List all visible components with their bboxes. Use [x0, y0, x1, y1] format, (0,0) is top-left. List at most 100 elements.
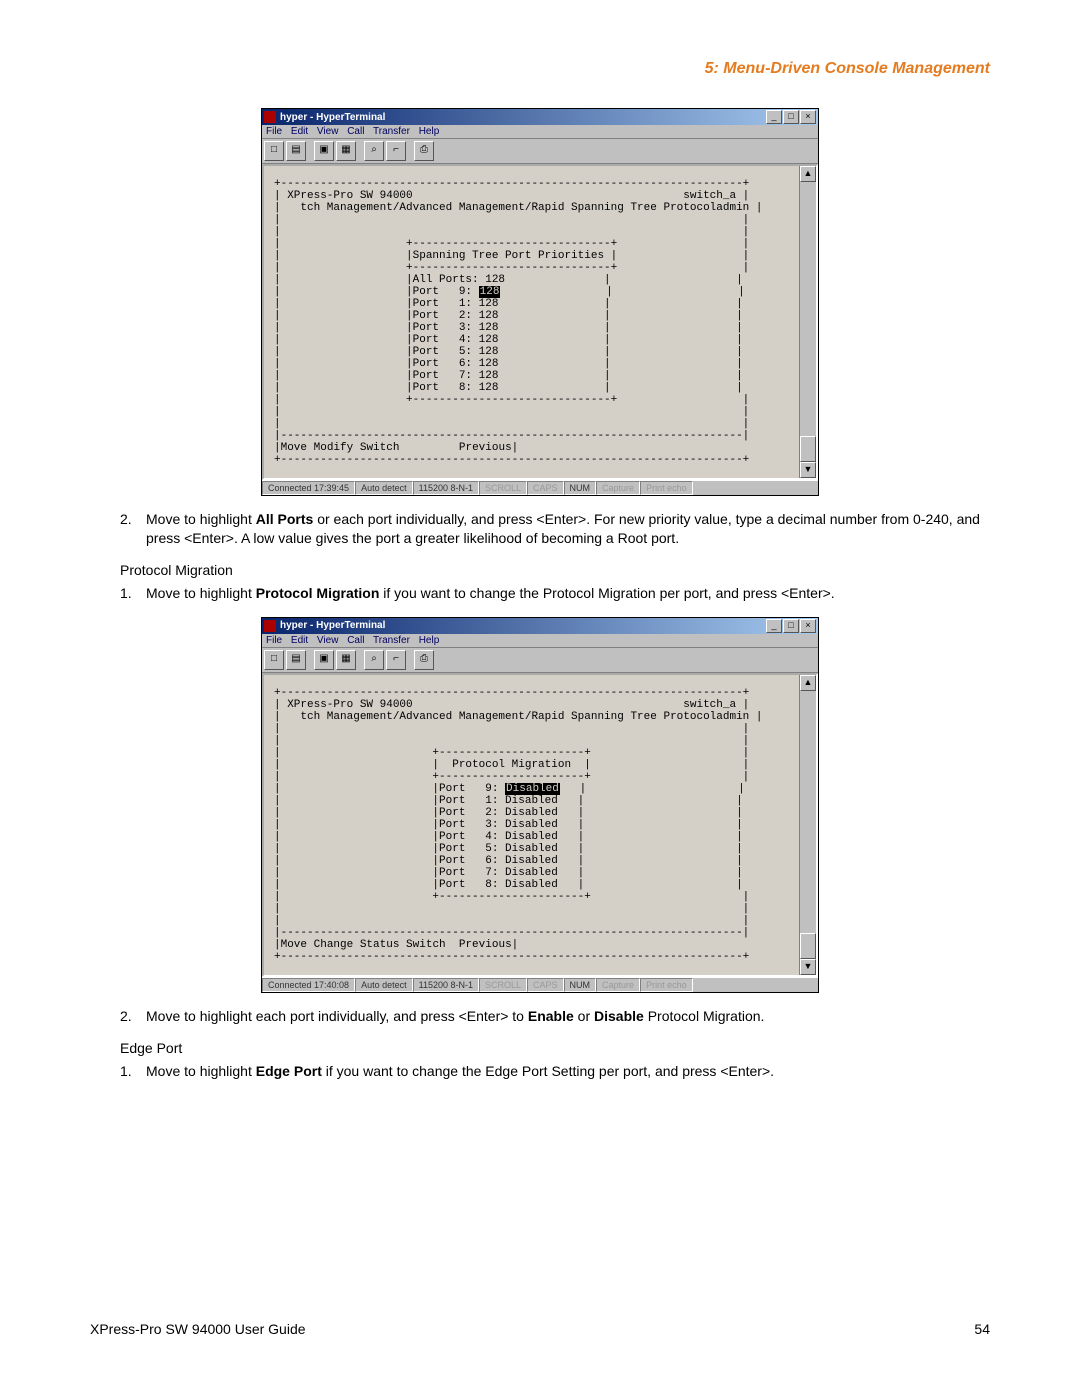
toolbar-btn[interactable]: ▤ — [286, 650, 306, 670]
instruction-list: 2. Move to highlight each port individua… — [90, 1007, 990, 1026]
status-cell: Capture — [596, 978, 640, 992]
status-cell: Connected 17:39:45 — [262, 481, 355, 495]
page-header: 5: Menu-Driven Console Management — [90, 60, 990, 78]
console-output: +---------------------------------------… — [268, 170, 812, 474]
text: Move to highlight each port individually… — [146, 1008, 528, 1024]
menu-file[interactable]: File — [266, 635, 282, 646]
menu-transfer[interactable]: Transfer — [373, 635, 410, 646]
text: if you want to change the Protocol Migra… — [379, 585, 834, 601]
window-title: hyper - HyperTerminal — [280, 620, 766, 631]
scrollbar[interactable]: ▲ ▼ — [799, 166, 816, 478]
window-title: hyper - HyperTerminal — [280, 112, 766, 123]
scroll-down[interactable]: ▼ — [800, 959, 816, 975]
status-cell: Print echo — [640, 978, 693, 992]
menu-transfer[interactable]: Transfer — [373, 126, 410, 137]
toolbar-btn[interactable]: ▣ — [314, 650, 334, 670]
section-label-edge-port: Edge Port — [120, 1040, 990, 1056]
toolbar-btn[interactable]: ⌕ — [364, 650, 384, 670]
status-cell: Auto detect — [355, 481, 413, 495]
section-label-protocol-migration: Protocol Migration — [120, 562, 990, 578]
toolbar-btn[interactable]: ⌕ — [364, 141, 384, 161]
menu-call[interactable]: Call — [347, 126, 364, 137]
toolbar-btn[interactable]: ⎙ — [414, 650, 434, 670]
menu-call[interactable]: Call — [347, 635, 364, 646]
scroll-thumb[interactable] — [800, 436, 816, 462]
menu-file[interactable]: File — [266, 126, 282, 137]
text: Protocol Migration. — [644, 1008, 765, 1024]
statusbar: Connected 17:39:45Auto detect115200 8-N-… — [262, 480, 818, 495]
scroll-up[interactable]: ▲ — [800, 675, 816, 691]
toolbar: □ ▤ ▣ ▦ ⌕ ⌐ ⎙ — [262, 139, 818, 164]
minimize-button[interactable]: _ — [766, 110, 782, 124]
status-cell: SCROLL — [479, 481, 527, 495]
hyperterminal-window-2: hyper - HyperTerminal _ □ × File Edit Vi… — [261, 617, 819, 993]
footer-page-number: 54 — [974, 1321, 990, 1337]
toolbar-btn[interactable]: ▣ — [314, 141, 334, 161]
instruction-list: 1. Move to highlight Protocol Migration … — [90, 584, 990, 603]
scrollbar[interactable]: ▲ ▼ — [799, 675, 816, 975]
terminal-body: +---------------------------------------… — [262, 673, 818, 977]
instruction-item: 2. Move to highlight All Ports or each p… — [120, 510, 990, 548]
console-output: +---------------------------------------… — [268, 679, 812, 971]
scroll-down[interactable]: ▼ — [800, 462, 816, 478]
instruction-list: 2. Move to highlight All Ports or each p… — [90, 510, 990, 548]
instruction-item: 1. Move to highlight Edge Port if you wa… — [120, 1062, 990, 1081]
instruction-item: 1. Move to highlight Protocol Migration … — [120, 584, 990, 603]
app-icon — [264, 111, 276, 123]
menu-edit[interactable]: Edit — [291, 635, 308, 646]
bold: Protocol Migration — [256, 585, 380, 601]
titlebar: hyper - HyperTerminal _ □ × — [262, 618, 818, 634]
status-cell: NUM — [564, 481, 597, 495]
toolbar-btn[interactable]: ▦ — [336, 650, 356, 670]
minimize-button[interactable]: _ — [766, 619, 782, 633]
app-icon — [264, 620, 276, 632]
toolbar-btn[interactable]: ⌐ — [386, 650, 406, 670]
text: or — [574, 1008, 594, 1024]
menubar: File Edit View Call Transfer Help — [262, 634, 818, 648]
bold: Enable — [528, 1008, 574, 1024]
scroll-thumb[interactable] — [800, 933, 816, 959]
status-cell: 115200 8-N-1 — [413, 978, 479, 992]
instruction-list: 1. Move to highlight Edge Port if you wa… — [90, 1062, 990, 1081]
bold: Edge Port — [256, 1063, 322, 1079]
hyperterminal-window-1: hyper - HyperTerminal _ □ × File Edit Vi… — [261, 108, 819, 496]
toolbar-btn[interactable]: ⌐ — [386, 141, 406, 161]
window-buttons: _ □ × — [766, 619, 816, 633]
close-button[interactable]: × — [800, 110, 816, 124]
status-cell: 115200 8-N-1 — [413, 481, 479, 495]
toolbar-btn[interactable]: ▤ — [286, 141, 306, 161]
status-cell: CAPS — [527, 978, 564, 992]
bold: Disable — [594, 1008, 644, 1024]
maximize-button[interactable]: □ — [783, 110, 799, 124]
status-cell: Print echo — [640, 481, 693, 495]
terminal-body: +---------------------------------------… — [262, 164, 818, 480]
status-cell: CAPS — [527, 481, 564, 495]
titlebar: hyper - HyperTerminal _ □ × — [262, 109, 818, 125]
menu-edit[interactable]: Edit — [291, 126, 308, 137]
toolbar-btn[interactable]: ⎙ — [414, 141, 434, 161]
scroll-up[interactable]: ▲ — [800, 166, 816, 182]
text: Move to highlight — [146, 511, 256, 527]
menu-view[interactable]: View — [317, 126, 339, 137]
statusbar: Connected 17:40:08Auto detect115200 8-N-… — [262, 977, 818, 992]
status-cell: Connected 17:40:08 — [262, 978, 355, 992]
footer-left: XPress-Pro SW 94000 User Guide — [90, 1321, 306, 1337]
menubar: File Edit View Call Transfer Help — [262, 125, 818, 139]
text: Move to highlight — [146, 585, 256, 601]
menu-help[interactable]: Help — [419, 126, 440, 137]
text: Move to highlight — [146, 1063, 256, 1079]
menu-view[interactable]: View — [317, 635, 339, 646]
page-footer: XPress-Pro SW 94000 User Guide 54 — [90, 1321, 990, 1337]
text: if you want to change the Edge Port Sett… — [322, 1063, 774, 1079]
close-button[interactable]: × — [800, 619, 816, 633]
status-cell: NUM — [564, 978, 597, 992]
toolbar-btn[interactable]: □ — [264, 650, 284, 670]
toolbar-btn[interactable]: ▦ — [336, 141, 356, 161]
status-cell: Auto detect — [355, 978, 413, 992]
maximize-button[interactable]: □ — [783, 619, 799, 633]
toolbar-btn[interactable]: □ — [264, 141, 284, 161]
toolbar: □ ▤ ▣ ▦ ⌕ ⌐ ⎙ — [262, 648, 818, 673]
status-cell: SCROLL — [479, 978, 527, 992]
menu-help[interactable]: Help — [419, 635, 440, 646]
bold: All Ports — [256, 511, 314, 527]
